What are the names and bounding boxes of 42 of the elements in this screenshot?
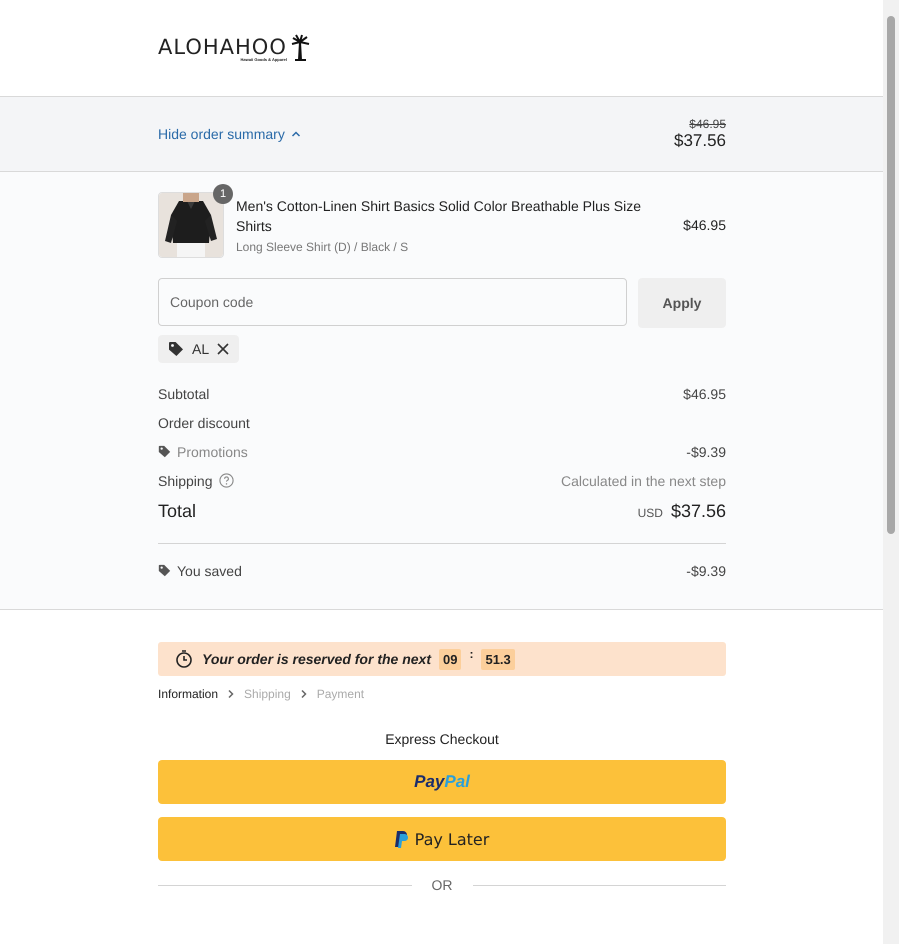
product-price: $46.95 (683, 217, 726, 233)
summary-label: Shipping (158, 472, 212, 488)
paypal-icon (394, 830, 409, 848)
total-value: $37.56 (670, 500, 726, 522)
timer-separator: : (469, 647, 474, 661)
tag-icon (158, 445, 171, 458)
logo-text: ALOHAHOO (158, 37, 287, 58)
summary-label: Order discount (158, 414, 250, 430)
savings-label: You saved (177, 562, 242, 578)
summary-value: -$9.39 (686, 444, 726, 460)
apply-button[interactable]: Apply (638, 278, 726, 328)
coupon-code: AL (192, 341, 210, 357)
summary-value: $46.95 (683, 386, 726, 402)
paypal-button[interactable]: PayPal (158, 760, 726, 804)
currency-code: USD (638, 506, 663, 520)
product-title: Men's Cotton-Linen Shirt Basics Solid Color Breathable Plus Size Shirts (236, 197, 642, 236)
quantity-badge: 1 (213, 184, 233, 204)
reservation-text: Your order is reserved for the next (202, 651, 431, 667)
hide-order-summary-link[interactable]: Hide order summary (158, 126, 301, 142)
breadcrumb-link[interactable]: Information (158, 687, 218, 701)
product-variant: Long Sleeve Shirt (D) / Black / S (236, 240, 410, 254)
coupon-field[interactable]: Coupon code (158, 278, 627, 326)
express-checkout-title: Express Checkout (384, 731, 500, 747)
chevron-icon (298, 689, 309, 699)
chevron-icon (226, 689, 236, 699)
original-price: $46.95 (689, 117, 726, 131)
summary-value: Calculated in the next step (561, 472, 726, 488)
stopwatch-icon (174, 649, 194, 669)
or-divider-label: OR (432, 877, 452, 893)
total-label: Total (158, 500, 196, 522)
summary-label: Subtotal (158, 386, 210, 402)
tag-icon (168, 341, 184, 357)
close-icon[interactable] (217, 343, 230, 355)
pay-later-button[interactable]: Pay Later (158, 817, 726, 861)
timer-minutes: 09 (439, 648, 462, 670)
tag-icon (158, 564, 171, 577)
timer-seconds: 51.3 (481, 648, 515, 670)
scrollbar[interactable] (883, 0, 899, 944)
order-total: $37.56 (674, 131, 726, 151)
summary-label: Promotions (177, 444, 248, 460)
savings-value: -$9.39 (686, 562, 726, 578)
help-icon[interactable] (218, 473, 234, 488)
